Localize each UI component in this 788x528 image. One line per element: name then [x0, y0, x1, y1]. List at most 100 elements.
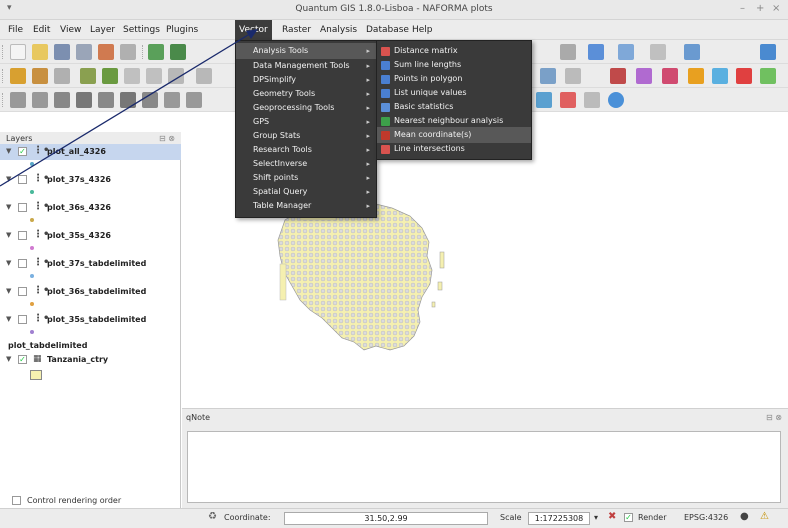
toolbar-handle[interactable] [2, 69, 4, 83]
menu-settings[interactable]: Settings [119, 20, 164, 40]
menu-database[interactable]: Database [362, 20, 413, 40]
identify-icon[interactable] [76, 92, 92, 108]
add-postgis-icon[interactable] [54, 68, 70, 84]
layer-row[interactable]: ▼ ⋮• plot_36s_tabdelimited [0, 284, 181, 300]
zoom-full-icon[interactable] [120, 92, 136, 108]
toolbar-icon-m[interactable] [712, 68, 728, 84]
layer-visibility-checkbox[interactable] [18, 315, 27, 324]
toolbar-icon-d[interactable] [650, 44, 666, 60]
menu-plugins[interactable]: Plugins [162, 20, 202, 40]
toolbar-handle[interactable] [2, 45, 4, 59]
new-project-icon[interactable] [10, 44, 26, 60]
expand-arrow-icon[interactable]: ▼ [6, 259, 11, 267]
toolbar-icon-j[interactable] [636, 68, 652, 84]
layer-row[interactable]: ▼ ⋮• plot_35s_tabdelimited [0, 312, 181, 328]
measure-icon[interactable] [98, 92, 114, 108]
expand-arrow-icon[interactable]: ▼ [6, 175, 11, 183]
render-order-control[interactable]: Control rendering order [0, 492, 181, 508]
expand-arrow-icon[interactable]: ▼ [6, 287, 11, 295]
layer-row[interactable]: ▼ ✓ ⋮• plot_all_4326 [0, 144, 181, 160]
layer-visibility-checkbox[interactable] [18, 175, 27, 184]
menu-item-analysis-tools[interactable]: Analysis Tools ▸ [236, 43, 376, 59]
expand-arrow-icon[interactable]: ▼ [6, 203, 11, 211]
zoom-layer-icon[interactable] [142, 92, 158, 108]
layer-row[interactable]: ▼ ⋮• plot_35s_4326 [0, 228, 181, 244]
toolbar-icon-n[interactable] [736, 68, 752, 84]
layer-row[interactable]: ▼ ⋮• plot_37s_tabdelimited [0, 256, 181, 272]
menu-file[interactable]: File [4, 20, 27, 40]
qnote-text-area[interactable] [187, 431, 781, 503]
zoom-last-icon[interactable] [186, 92, 202, 108]
menu-help[interactable]: Help [408, 20, 437, 40]
menu-item-line-intersections[interactable]: Line intersections [377, 141, 531, 157]
panel-float-close-icon[interactable]: ⊟ ⊗ [766, 413, 782, 422]
menu-edit[interactable]: Edit [29, 20, 54, 40]
toolbar-icon-b[interactable] [588, 44, 604, 60]
add-wfs-icon[interactable] [124, 68, 140, 84]
menu-item-table-manager[interactable]: Table Manager ▸ [236, 198, 376, 214]
redo-icon[interactable] [32, 92, 48, 108]
refresh-icon[interactable] [608, 92, 624, 108]
zoom-native-icon[interactable] [584, 92, 600, 108]
toolbar-icon-c[interactable] [618, 44, 634, 60]
new-spatialite-icon[interactable] [168, 68, 184, 84]
layer-visibility-checkbox[interactable] [18, 287, 27, 296]
layer-visibility-checkbox[interactable] [18, 231, 27, 240]
crs-status[interactable]: EPSG:4326 [684, 513, 728, 522]
toolbar-icon-l[interactable] [688, 68, 704, 84]
coordinate-toggle-icon[interactable]: ♻ [208, 511, 217, 522]
layer-visibility-checkbox[interactable] [18, 203, 27, 212]
layer-row-country[interactable]: ▼ ✓ ▦ Tanzania_ctry [0, 352, 181, 368]
save-project-icon[interactable] [54, 44, 70, 60]
menu-vector[interactable]: Vector [235, 20, 272, 40]
remove-layer-icon[interactable] [196, 68, 212, 84]
toolbar-icon-h[interactable] [565, 68, 581, 84]
stop-render-icon[interactable]: ✖ [608, 511, 616, 522]
select-icon[interactable] [54, 92, 70, 108]
toolbar-icon-g[interactable] [540, 68, 556, 84]
undo-icon[interactable] [10, 92, 26, 108]
add-raster-icon[interactable] [32, 68, 48, 84]
expand-arrow-icon[interactable]: ▼ [6, 231, 11, 239]
pan-map-icon[interactable] [148, 44, 164, 60]
expand-arrow-icon[interactable]: ▼ [6, 315, 11, 323]
layer-visibility-checkbox[interactable] [18, 259, 27, 268]
render-checkbox[interactable]: ✓ [624, 513, 633, 522]
toolbar-icon-f[interactable] [760, 44, 776, 60]
menu-view[interactable]: View [56, 20, 85, 40]
save-as-icon[interactable] [76, 44, 92, 60]
add-wms-icon[interactable] [102, 68, 118, 84]
toolbar-icon-o[interactable] [760, 68, 776, 84]
zoom-out-icon[interactable] [560, 92, 576, 108]
render-order-checkbox[interactable] [12, 496, 21, 505]
toolbar-handle[interactable] [2, 93, 4, 107]
composer-manager-icon[interactable] [120, 44, 136, 60]
toolbar-icon-i[interactable] [610, 68, 626, 84]
add-vector-icon[interactable] [10, 68, 26, 84]
menu-analysis[interactable]: Analysis [316, 20, 361, 40]
layer-row[interactable]: ▼ ⋮• plot_37s_4326 [0, 172, 181, 188]
expand-arrow-icon[interactable]: ▼ [6, 355, 11, 363]
expand-arrow-icon[interactable]: ▼ [6, 147, 11, 155]
crs-globe-icon[interactable]: ● [740, 511, 749, 522]
layer-visibility-checkbox[interactable]: ✓ [18, 147, 27, 156]
maximize-button[interactable]: + [756, 3, 764, 14]
scale-combobox[interactable]: 1:17225308 [528, 512, 590, 525]
touch-zoom-icon[interactable] [170, 44, 186, 60]
layer-visibility-checkbox[interactable]: ✓ [18, 355, 27, 364]
menu-raster[interactable]: Raster [278, 20, 315, 40]
zoom-in-icon[interactable] [536, 92, 552, 108]
close-button[interactable]: × [772, 3, 780, 14]
panel-float-close-icon[interactable]: ⊟ ⊗ [159, 134, 175, 143]
coordinate-field[interactable]: 31.50,2.99 [284, 512, 488, 525]
add-spatialite-icon[interactable] [80, 68, 96, 84]
scale-dropdown-icon[interactable]: ▾ [594, 513, 598, 522]
print-composer-icon[interactable] [98, 44, 114, 60]
toolbar-icon-k[interactable] [662, 68, 678, 84]
layer-row[interactable]: ▼ ⋮• plot_36s_4326 [0, 200, 181, 216]
warning-icon[interactable]: ⚠ [760, 511, 769, 522]
open-project-icon[interactable] [32, 44, 48, 60]
toolbar-icon-a[interactable] [560, 44, 576, 60]
new-shapefile-icon[interactable] [146, 68, 162, 84]
minimize-button[interactable]: – [740, 3, 745, 14]
